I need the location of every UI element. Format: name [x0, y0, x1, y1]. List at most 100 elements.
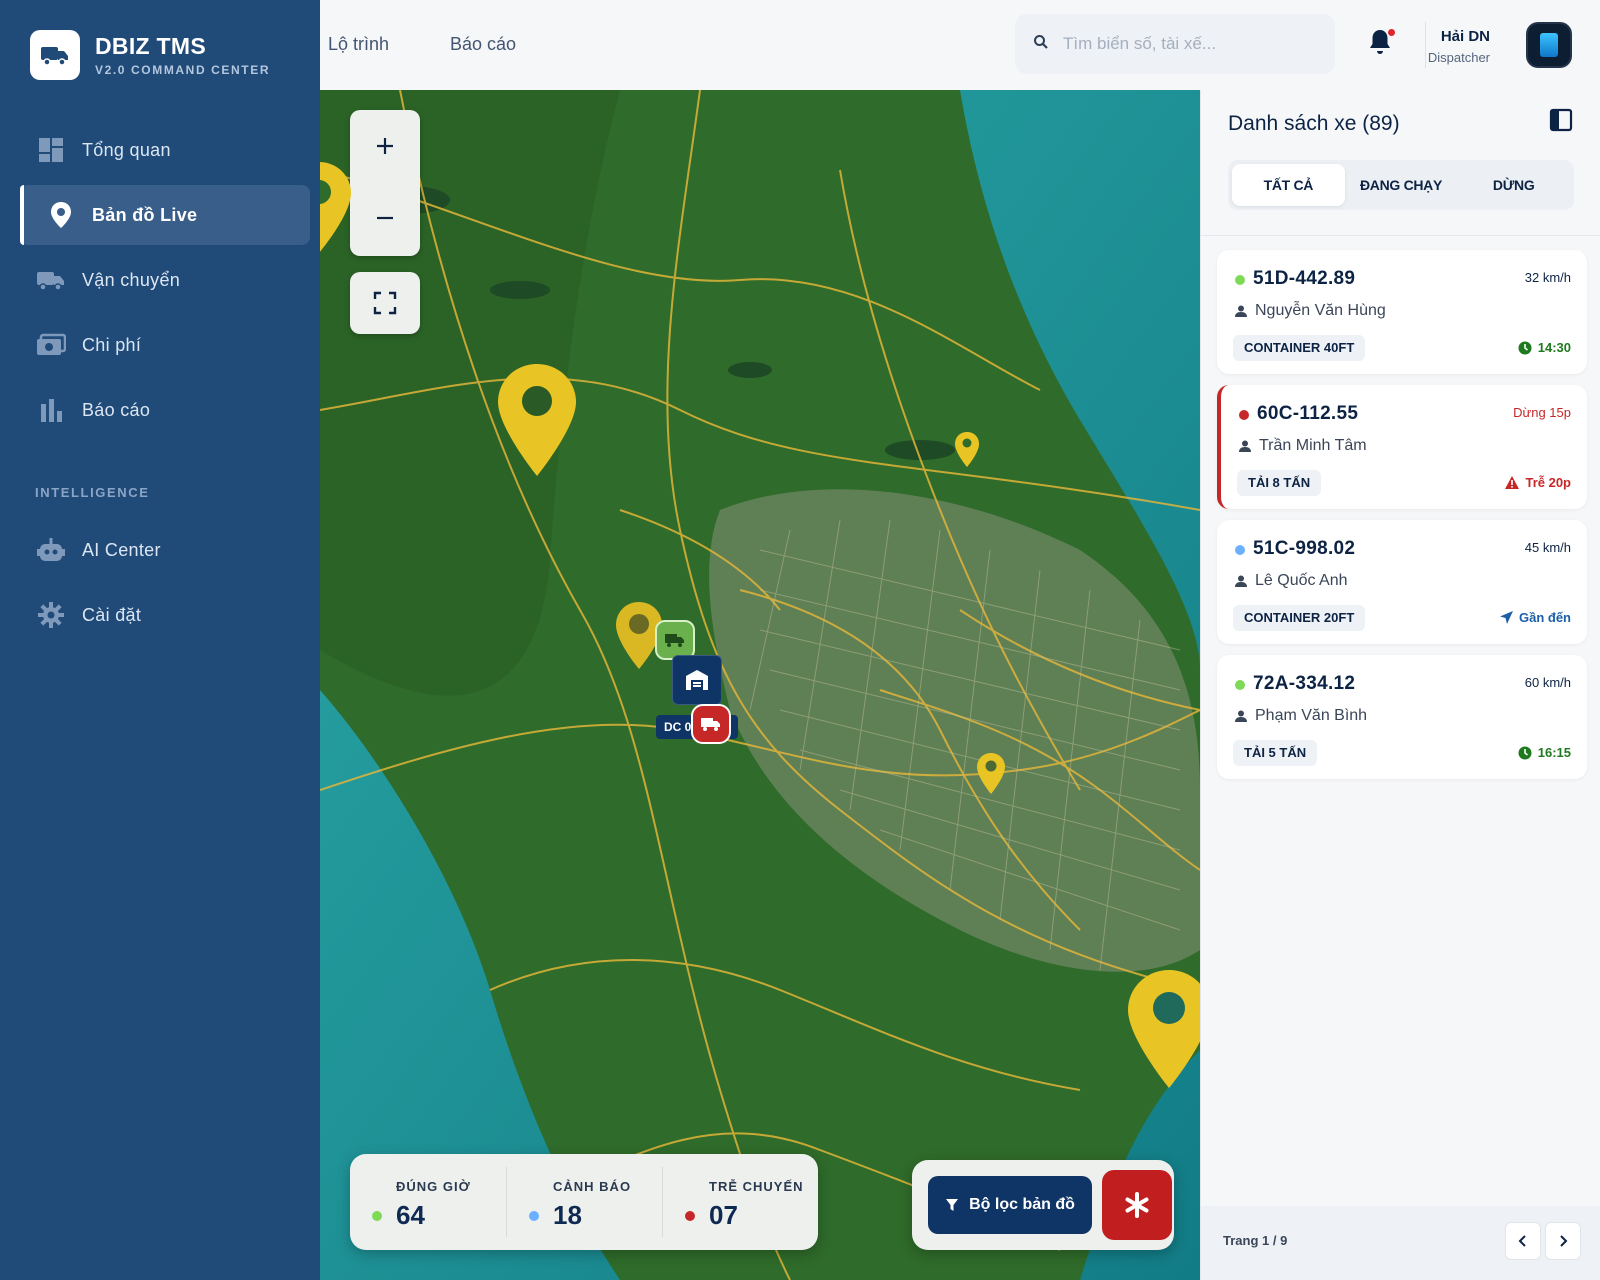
vehicle-type-tag: TẢI 5 TẤN — [1233, 740, 1318, 766]
vehicle-status: Gần đến — [1499, 610, 1571, 625]
vehicle-card[interactable]: 51D-442.89 32 km/h Nguyễn Văn Hùng CONTA… — [1217, 250, 1587, 374]
status-text: Gần đến — [1518, 610, 1571, 625]
avatar[interactable] — [1526, 22, 1572, 68]
fullscreen-button[interactable] — [350, 272, 420, 334]
sidebar-item-cost[interactable]: Chi phí — [20, 315, 310, 375]
truck-icon — [701, 718, 720, 731]
warehouse-icon — [686, 670, 708, 690]
vehicle-card[interactable]: 60C-112.55 Dừng 15p Trần Minh Tâm TẢI 8 … — [1217, 385, 1587, 509]
vehicle-driver: Trần Minh Tâm — [1239, 437, 1367, 455]
sidebar-item-overview[interactable]: Tổng quan — [20, 120, 310, 180]
sidebar-item-shipping[interactable]: Vận chuyển — [20, 250, 310, 310]
status-text: Trễ 20p — [1525, 475, 1571, 490]
stat-value: 07 — [709, 1200, 738, 1230]
vehicle-card[interactable]: 51C-998.02 45 km/h Lê Quốc Anh CONTAINER… — [1217, 520, 1587, 644]
vehicle-driver: Lê Quốc Anh — [1235, 572, 1348, 590]
sidebar-item-live-map[interactable]: Bản đồ Live — [20, 185, 310, 245]
map-filter-button[interactable]: Bộ lọc bản đồ — [928, 1176, 1092, 1234]
asterisk-icon — [1125, 1192, 1149, 1218]
sidebar-item-settings[interactable]: Cài đặt — [20, 585, 310, 645]
truck-icon — [665, 634, 684, 647]
map-pin-icon[interactable] — [954, 431, 980, 469]
map-pin-icon[interactable] — [1126, 968, 1200, 1090]
clock-icon — [1518, 341, 1532, 354]
stat-label: ĐÚNG GIỜ — [396, 1179, 471, 1194]
sidebar-item-label: Vận chuyển — [82, 269, 181, 290]
search-icon — [1033, 34, 1049, 55]
status-dot — [1235, 275, 1245, 285]
map-pin-icon[interactable] — [320, 160, 354, 260]
driver-name: Nguyễn Văn Hùng — [1255, 302, 1386, 319]
user-name: Hải DN — [1440, 28, 1490, 45]
sidebar-item-label: Cài đặt — [82, 604, 142, 625]
vehicle-plate: 72A-334.12 — [1253, 673, 1356, 694]
dashboard-icon — [36, 135, 66, 165]
status-dot — [685, 1211, 695, 1221]
money-icon — [36, 330, 66, 360]
notification-bell-icon[interactable] — [1368, 28, 1396, 58]
topbar-divider — [1425, 22, 1426, 68]
vehicle-plate: 60C-112.55 — [1257, 403, 1359, 424]
tab-all[interactable]: TẤT CẢ — [1232, 164, 1345, 206]
status-dot — [1235, 680, 1245, 690]
stat-late: TRỄ CHUYẾN 07 — [662, 1167, 818, 1237]
vehicle-status: 14:30 — [1518, 340, 1571, 355]
live-map[interactable]: DC 01 ĐÚNG GIỜ 64 CẢNH BÁO 18 TRỄ CHUYẾN… — [320, 90, 1200, 1280]
map-pin-icon[interactable] — [496, 362, 578, 478]
prev-page-button[interactable] — [1505, 1222, 1541, 1260]
sidebar-item-ai-center[interactable]: AI Center — [20, 520, 310, 580]
vehicle-speed: Dừng 15p — [1513, 405, 1571, 420]
zoom-controls — [350, 110, 420, 256]
user-info[interactable]: Hải DN Dispatcher — [1428, 28, 1490, 65]
robot-icon — [36, 535, 66, 565]
map-base — [320, 90, 1200, 1280]
status-dot — [372, 1211, 382, 1221]
next-page-button[interactable] — [1545, 1222, 1581, 1260]
vehicle-list-panel: Danh sách xe (89) TẤT CẢ ĐANG CHẠY DỪNG … — [1200, 90, 1600, 1280]
stat-label: CẢNH BÁO — [553, 1179, 632, 1194]
vehicle-speed: 45 km/h — [1524, 540, 1571, 555]
driver-name: Lê Quốc Anh — [1255, 572, 1348, 589]
depot-marker[interactable] — [672, 655, 722, 705]
vehicle-status: 16:15 — [1518, 745, 1571, 760]
vehicle-marker-alert[interactable] — [691, 704, 731, 744]
brand-title: DBIZ TMS — [95, 33, 206, 59]
nav-link-reports[interactable]: Báo cáo — [450, 34, 516, 55]
emergency-button[interactable] — [1102, 1170, 1172, 1240]
map-action-bar: Bộ lọc bản đồ — [912, 1160, 1174, 1250]
driver-name: Trần Minh Tâm — [1259, 437, 1367, 454]
fullscreen-icon — [373, 291, 397, 315]
chevron-left-icon — [1518, 1235, 1526, 1247]
fleet-stats: ĐÚNG GIỜ 64 CẢNH BÁO 18 TRỄ CHUYẾN 07 — [350, 1154, 818, 1250]
person-icon — [1235, 710, 1247, 722]
map-pin-icon[interactable] — [976, 752, 1006, 796]
tab-stopped[interactable]: DỪNG — [1457, 164, 1570, 206]
brand[interactable]: DBIZ TMS V2.0 COMMAND CENTER — [30, 30, 270, 80]
vehicle-card[interactable]: 72A-334.12 60 km/h Phạm Văn Bình TẢI 5 T… — [1217, 655, 1587, 779]
search-box[interactable] — [1015, 14, 1335, 74]
panel-title: Danh sách xe (89) — [1228, 112, 1400, 135]
vehicle-marker-moving[interactable] — [655, 620, 695, 660]
tab-running[interactable]: ĐANG CHẠY — [1345, 164, 1458, 206]
search-input[interactable] — [1063, 34, 1303, 54]
nav-link-routes[interactable]: Lộ trình — [328, 34, 389, 55]
gear-icon — [36, 600, 66, 630]
truck-icon — [36, 265, 66, 295]
sidebar-item-label: Chi phí — [82, 334, 142, 355]
zoom-in-button[interactable] — [350, 110, 420, 182]
warning-icon — [1505, 476, 1520, 489]
stat-value: 64 — [396, 1200, 425, 1230]
section-label-intelligence: INTELLIGENCE — [35, 485, 150, 500]
notification-dot — [1387, 28, 1396, 37]
map-pin-icon — [46, 200, 76, 230]
vehicle-type-tag: CONTAINER 20FT — [1233, 605, 1366, 631]
vehicle-type-tag: TẢI 8 TẤN — [1237, 470, 1322, 496]
map-filter-label: Bộ lọc bản đồ — [969, 1196, 1075, 1213]
panel-toggle-icon[interactable] — [1549, 108, 1573, 132]
vehicle-plate: 51C-998.02 — [1253, 538, 1356, 559]
zoom-out-button[interactable] — [350, 182, 420, 254]
sidebar-item-reports[interactable]: Báo cáo — [20, 380, 310, 440]
stat-label: TRỄ CHUYẾN — [709, 1179, 804, 1194]
topbar: Lộ trình Báo cáo Hải DN Dispatcher — [320, 0, 1600, 90]
vehicle-speed: 32 km/h — [1524, 270, 1571, 285]
